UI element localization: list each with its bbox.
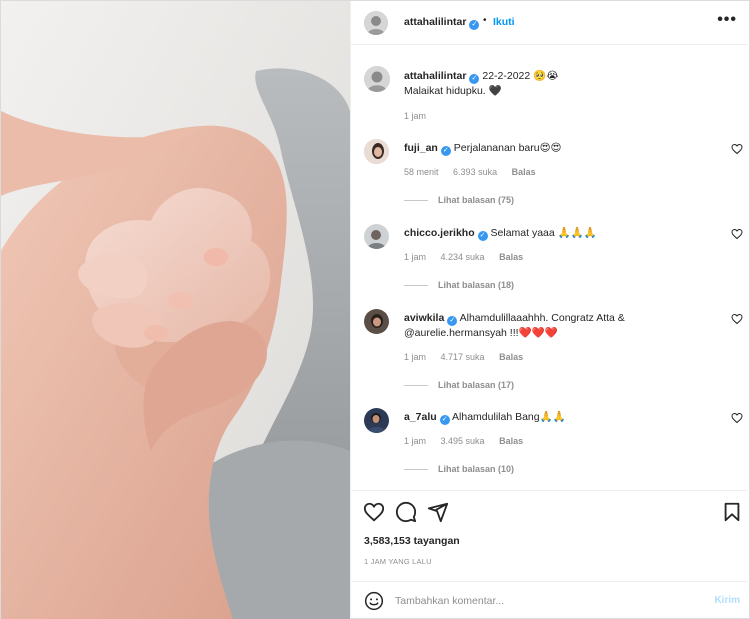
comment-time: 1 jam	[404, 352, 427, 362]
view-replies-button[interactable]: Lihat balasan (75)	[404, 195, 514, 205]
comment-meta: 1 jam 4.234 suka Balas	[404, 252, 535, 262]
comment-body: fuji_an ✓ Perjalananan baru😍😍	[404, 141, 704, 156]
comment-text: Selamat yaaa 🙏🙏🙏	[490, 227, 597, 239]
send-comment-button[interactable]: Kirim	[714, 595, 740, 606]
caption-text: Malaikat hidupku. 🖤	[404, 85, 502, 97]
like-comment-heart-icon[interactable]	[731, 412, 743, 424]
like-comment-heart-icon[interactable]	[731, 228, 743, 240]
like-heart-icon[interactable]	[363, 501, 385, 523]
comment-item: aviwkila ✓ Alhamdulillaaahhh. Congratz At…	[351, 309, 750, 394]
comment-time: 1 jam	[404, 436, 427, 446]
comment-text-mention[interactable]: @aurelie.hermansyah !!!❤️❤️❤️	[404, 327, 558, 339]
post-caption: attahalilintar ✓ 22-2-2022 🥺😭 Malaikat hi…	[404, 69, 559, 99]
view-replies-label: Lihat balasan (75)	[438, 195, 515, 205]
view-replies-button[interactable]: Lihat balasan (17)	[404, 380, 514, 390]
comment-input[interactable]	[395, 590, 695, 612]
author-avatar-image	[364, 11, 388, 35]
comment-body: a_7alu ✓ Alhamdulilah Bang🙏🙏	[404, 410, 704, 425]
like-comment-heart-icon[interactable]	[731, 313, 743, 325]
reply-button[interactable]: Balas	[499, 252, 523, 262]
reply-button[interactable]: Balas	[499, 436, 523, 446]
comment-likes[interactable]: 4.717 suka	[441, 352, 485, 362]
replies-dash	[404, 200, 428, 202]
verified-badge-icon: ✓	[447, 316, 458, 326]
comment-body: chicco.jerikho ✓ Selamat yaaa 🙏🙏🙏	[404, 226, 704, 241]
post-timestamp: 1 JAM YANG LALU	[364, 557, 432, 566]
comment-bubble-icon[interactable]	[395, 501, 417, 523]
comment-likes[interactable]: 6.393 suka	[453, 167, 497, 177]
like-comment-heart-icon[interactable]	[731, 143, 743, 155]
comment-username[interactable]: aviwkila ✓	[404, 312, 458, 326]
comment-username[interactable]: a_7alu ✓	[404, 411, 450, 425]
more-options-icon[interactable]: •••	[717, 11, 737, 29]
comment-likes[interactable]: 4.234 suka	[441, 252, 485, 262]
caption-date: 22-2-2022 🥺😭	[482, 70, 559, 82]
comment-time: 58 menit	[404, 167, 439, 177]
post-photo	[1, 1, 350, 619]
commenter-avatar-image	[364, 224, 389, 249]
commenter-avatar-image	[364, 139, 389, 164]
comment-item: a_7alu ✓ Alhamdulilah Bang🙏🙏 1 jam 3.495 …	[351, 408, 750, 493]
add-comment-bar: Kirim	[351, 581, 750, 619]
verified-badge-icon: ✓	[469, 20, 480, 30]
comments-scroll-area[interactable]: attahalilintar ✓ 22-2-2022 🥺😭 Malaikat hi…	[351, 46, 750, 489]
comment-likes[interactable]: 3.495 suka	[441, 436, 485, 446]
comment-meta: 1 jam 3.495 suka Balas	[404, 436, 535, 446]
comment-time: 1 jam	[404, 252, 427, 262]
instagram-post-modal: attahalilintar ✓ • Ikuti ••• attahalilint…	[0, 0, 750, 619]
verified-badge-icon: ✓	[469, 74, 480, 84]
reply-button[interactable]: Balas	[512, 167, 536, 177]
verified-badge-icon: ✓	[439, 415, 450, 425]
commenter-avatar[interactable]	[364, 309, 389, 334]
view-replies-label: Lihat balasan (10)	[438, 464, 515, 474]
commenter-avatar[interactable]	[364, 408, 389, 433]
post-actions-bar: 3,583,153 tayangan 1 JAM YANG LALU	[351, 490, 750, 571]
author-avatar[interactable]	[364, 11, 388, 35]
comment-meta: 58 menit 6.393 suka Balas	[404, 167, 548, 177]
share-send-icon[interactable]	[427, 501, 449, 523]
caption-time: 1 jam	[404, 111, 427, 121]
emoji-smiley-icon[interactable]	[364, 591, 384, 611]
view-replies-button[interactable]: Lihat balasan (10)	[404, 464, 514, 474]
replies-dash	[404, 285, 428, 287]
caption-author-avatar[interactable]	[364, 66, 390, 92]
commenter-avatar-image	[364, 309, 389, 334]
view-replies-label: Lihat balasan (18)	[438, 280, 515, 290]
author-username[interactable]: attahalilintar ✓	[404, 16, 480, 30]
caption-username[interactable]: attahalilintar ✓	[404, 70, 480, 84]
comment-username[interactable]: chicco.jerikho ✓	[404, 227, 488, 241]
follow-button[interactable]: Ikuti	[493, 16, 515, 28]
replies-dash	[404, 385, 428, 387]
comment-text: Alhamdulillaaahhh. Congratz Atta &	[459, 312, 625, 324]
baby-hand-photo	[1, 1, 350, 619]
post-details-panel: attahalilintar ✓ • Ikuti ••• attahalilint…	[350, 1, 750, 619]
comment-item: chicco.jerikho ✓ Selamat yaaa 🙏🙏🙏 1 jam 4…	[351, 224, 750, 309]
separator-dot: •	[483, 15, 487, 26]
comment-text: Alhamdulilah Bang🙏🙏	[452, 411, 566, 423]
view-replies-button[interactable]: Lihat balasan (18)	[404, 280, 514, 290]
comment-text: Perjalananan baru😍😍	[453, 142, 562, 154]
post-header: attahalilintar ✓ • Ikuti •••	[351, 1, 750, 45]
view-count[interactable]: 3,583,153 tayangan	[364, 535, 460, 547]
comment-meta: 1 jam 4.717 suka Balas	[404, 352, 535, 362]
verified-badge-icon: ✓	[440, 146, 451, 156]
comment-item: fuji_an ✓ Perjalananan baru😍😍 58 menit 6.…	[351, 139, 750, 224]
commenter-avatar-image	[364, 408, 389, 433]
commenter-avatar[interactable]	[364, 139, 389, 164]
commenter-avatar[interactable]	[364, 224, 389, 249]
comment-body: aviwkila ✓ Alhamdulillaaahhh. Congratz At…	[404, 311, 704, 340]
save-bookmark-icon[interactable]	[721, 501, 743, 523]
caption-avatar-image	[364, 66, 390, 92]
comment-username[interactable]: fuji_an ✓	[404, 142, 451, 156]
replies-dash	[404, 469, 428, 471]
view-replies-label: Lihat balasan (17)	[438, 380, 515, 390]
verified-badge-icon: ✓	[477, 231, 488, 241]
reply-button[interactable]: Balas	[499, 352, 523, 362]
